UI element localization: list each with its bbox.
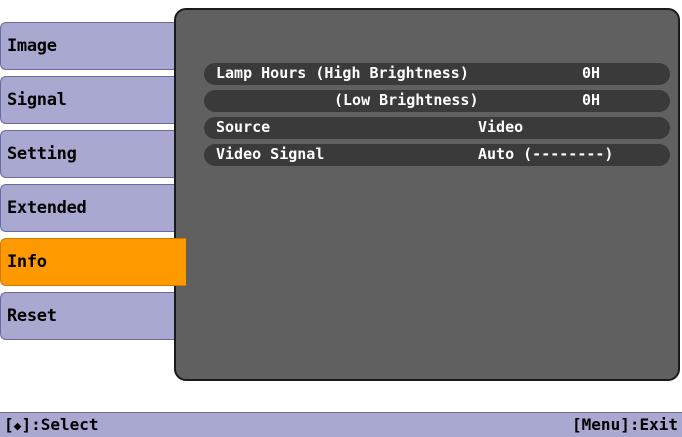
select-hint-open: [ — [4, 415, 14, 434]
source-row: Source Video — [204, 117, 670, 139]
tab-reset[interactable]: Reset — [0, 292, 186, 340]
tab-label: Image — [7, 36, 57, 56]
tab-extended[interactable]: Extended — [0, 184, 186, 232]
tab-info[interactable]: Info — [0, 238, 186, 286]
lamp-hours-low-label: (Low Brightness) — [334, 91, 479, 109]
select-hint-text: ]:Select — [21, 415, 99, 434]
info-panel: Lamp Hours (High Brightness) 0H (Low Bri… — [174, 8, 680, 381]
tab-setting[interactable]: Setting — [0, 130, 186, 178]
exit-hint: [Menu]:Exit — [572, 415, 678, 434]
tab-label: Info — [7, 252, 47, 272]
tab-label: Extended — [7, 198, 87, 218]
lamp-hours-low-value: 0H — [582, 91, 601, 109]
tab-image[interactable]: Image — [0, 22, 186, 70]
lamp-hours-high-label: Lamp Hours (High Brightness) — [216, 64, 469, 82]
tab-signal[interactable]: Signal — [0, 76, 186, 124]
tab-label: Reset — [7, 306, 57, 326]
video-signal-value: Auto (--------) — [478, 145, 614, 163]
tab-label: Signal — [7, 90, 67, 110]
lamp-hours-high-value: 0H — [582, 64, 601, 82]
select-hint: [◆]:Select — [4, 415, 99, 434]
source-value: Video — [478, 118, 524, 136]
tab-label: Setting — [7, 144, 77, 164]
lamp-hours-high-row: Lamp Hours (High Brightness) 0H — [204, 63, 670, 85]
projector-menu-screen: Image Signal Setting Extended Info Reset… — [0, 0, 682, 437]
lamp-hours-low-row: (Low Brightness) 0H — [204, 90, 670, 112]
status-bar: [◆]:Select [Menu]:Exit — [0, 412, 682, 437]
source-label: Source — [216, 118, 271, 136]
video-signal-row: Video Signal Auto (--------) — [204, 144, 670, 166]
video-signal-label: Video Signal — [216, 145, 325, 163]
